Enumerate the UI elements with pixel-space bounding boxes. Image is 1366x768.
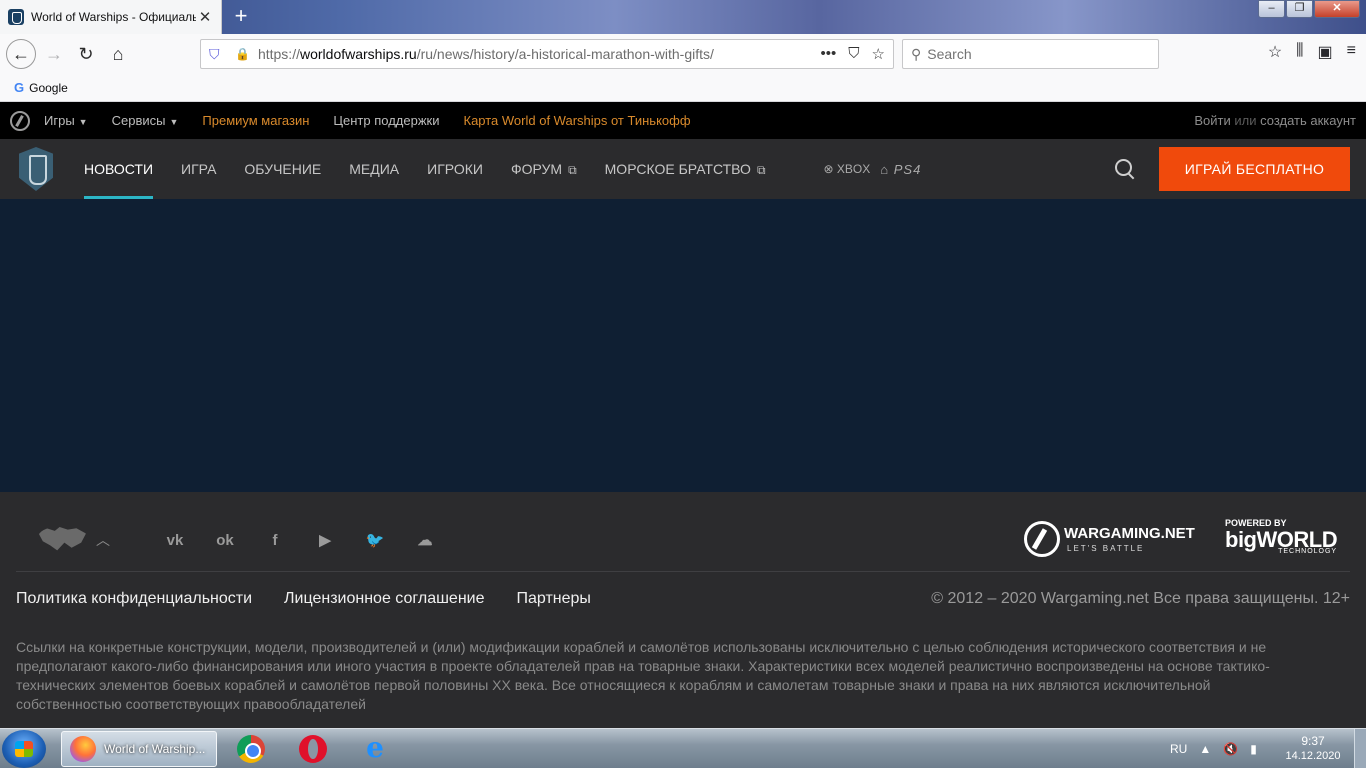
- close-window-button[interactable]: ✕: [1314, 0, 1360, 18]
- tinkoff-card-link[interactable]: Карта World of Warships от Тинькофф: [464, 113, 691, 128]
- hamburger-menu-icon[interactable]: ≡: [1347, 42, 1356, 62]
- language-indicator[interactable]: RU: [1170, 742, 1187, 756]
- nav-forum[interactable]: ФОРУМ ⧉: [511, 139, 577, 199]
- footer-divider: [16, 571, 1350, 572]
- close-tab-icon[interactable]: ✕: [197, 8, 213, 26]
- youtube-icon[interactable]: ▶: [300, 531, 350, 549]
- disclaimer-text: Ссылки на конкретные конструкции, модели…: [16, 639, 1270, 712]
- opera-icon[interactable]: [299, 735, 327, 763]
- bookmarks-toolbar: G Google: [0, 74, 1366, 102]
- nav-learning[interactable]: ОБУЧЕНИЕ: [244, 139, 321, 199]
- browser-toolbar: ← → ↻ ⌂ ⛉ 🔒 https://worldofwarships.ru/r…: [0, 34, 1366, 74]
- wargaming-logo-icon: [1024, 521, 1060, 557]
- external-link-icon: ⧉: [756, 163, 766, 177]
- maximize-button[interactable]: ❐: [1286, 0, 1313, 18]
- browser-tab-strip: World of Warships - Официаль ✕ + – ❐ ✕: [0, 0, 1366, 34]
- login-link[interactable]: Войти: [1194, 113, 1230, 128]
- system-tray: RU ▲ 🔇 ▮: [1170, 729, 1257, 768]
- tracking-shield-icon[interactable]: ⛉: [209, 46, 223, 62]
- clock[interactable]: 9:37 14.12.2020: [1280, 734, 1346, 764]
- library-icon[interactable]: ⫼: [1296, 42, 1303, 62]
- tray-expand-icon[interactable]: ▲: [1199, 742, 1211, 756]
- search-input[interactable]: ⚲ Search: [902, 39, 1159, 69]
- minimize-button[interactable]: –: [1258, 0, 1285, 18]
- tab-title: World of Warships - Официаль: [31, 10, 196, 24]
- home-button[interactable]: ⌂: [104, 40, 132, 68]
- chevron-down-icon: ▼: [169, 117, 179, 127]
- chevron-up-icon[interactable]: ︿: [96, 530, 110, 550]
- chrome-icon[interactable]: [237, 735, 265, 763]
- site-top-bar: Игры ▼ Сервисы ▼ Премиум магазин Центр под…: [0, 102, 1366, 139]
- page-actions-icon[interactable]: •••: [821, 45, 837, 63]
- partners-link[interactable]: Партнеры: [517, 590, 591, 608]
- bookmarks-menu-icon[interactable]: ☆: [1268, 42, 1282, 62]
- copyright-text: © 2012 – 2020 Wargaming.net Все права за…: [931, 590, 1350, 607]
- chevron-down-icon: ▼: [78, 117, 88, 127]
- games-menu[interactable]: Игры ▼: [44, 113, 88, 128]
- twitter-icon[interactable]: 🐦: [350, 531, 400, 549]
- windows-taskbar: World of Warship... e RU ▲ 🔇 ▮ 9:37 14.1…: [0, 728, 1366, 768]
- start-button[interactable]: [2, 730, 46, 768]
- taskbar-firefox[interactable]: World of Warship...: [61, 731, 217, 767]
- sidebar-icon[interactable]: ▣: [1318, 42, 1333, 62]
- wargaming-logo-icon[interactable]: [10, 110, 30, 131]
- browser-tab[interactable]: World of Warships - Официаль ✕: [0, 0, 222, 34]
- url-text[interactable]: https://worldofwarships.ru/ru/news/histo…: [258, 46, 714, 62]
- search-icon: ⚲: [911, 45, 922, 62]
- page-content: [0, 199, 1366, 492]
- volume-muted-icon[interactable]: 🔇: [1223, 742, 1238, 756]
- nav-media[interactable]: МЕДИА: [349, 139, 399, 199]
- social-links: ︿ vk ok f ▶ 🐦 ☁: [38, 527, 450, 553]
- google-icon: G: [14, 80, 25, 95]
- reload-button[interactable]: ↻: [72, 40, 100, 68]
- main-navigation: НОВОСТИ ИГРА ОБУЧЕНИЕ МЕДИА ИГРОКИ ФОРУМ…: [0, 139, 1366, 199]
- platforms[interactable]: ⊗ XBOX ⌂ PS4: [824, 162, 922, 177]
- window-controls: – ❐ ✕: [1257, 0, 1360, 18]
- lock-icon[interactable]: 🔒: [235, 47, 250, 61]
- wows-logo[interactable]: [19, 147, 53, 191]
- world-map-icon[interactable]: [38, 527, 86, 551]
- wargaming-net-logo[interactable]: WARGAMING.NET LET'S BATTLE: [1024, 521, 1195, 557]
- footer-links: Политика конфиденциальности Лицензионное…: [16, 590, 591, 608]
- site-footer: ︿ vk ok f ▶ 🐦 ☁ WARGAMING.NET LET'S BATT…: [0, 492, 1366, 728]
- vk-icon[interactable]: vk: [150, 532, 200, 549]
- xbox-icon: ⊗ XBOX: [823, 162, 871, 176]
- license-agreement-link[interactable]: Лицензионное соглашение: [284, 590, 484, 608]
- nav-naval-brotherhood[interactable]: МОРСКОЕ БРАТСТВО ⧉: [605, 139, 766, 199]
- premium-shop-link[interactable]: Премиум магазин: [202, 113, 309, 128]
- playstation-icon: ⌂ PS4: [880, 161, 922, 177]
- network-icon[interactable]: ▮: [1250, 742, 1257, 756]
- show-desktop-button[interactable]: [1354, 729, 1366, 768]
- firefox-icon: [70, 736, 96, 762]
- services-menu[interactable]: Сервисы ▼: [112, 113, 179, 128]
- new-tab-button[interactable]: +: [228, 4, 254, 30]
- back-button[interactable]: ←: [6, 39, 36, 69]
- support-center-link[interactable]: Центр поддержки: [333, 113, 439, 128]
- internet-explorer-icon[interactable]: e: [361, 734, 389, 763]
- privacy-policy-link[interactable]: Политика конфиденциальности: [16, 590, 252, 608]
- wows-favicon-icon: [8, 9, 24, 25]
- external-link-icon: ⧉: [568, 163, 577, 177]
- bookmark-google[interactable]: Google: [29, 81, 68, 95]
- url-bar[interactable]: ⛉ 🔒 https://worldofwarships.ru/ru/news/h…: [200, 39, 894, 69]
- nav-news[interactable]: НОВОСТИ: [84, 139, 154, 199]
- soundcloud-icon[interactable]: ☁: [400, 531, 450, 549]
- nav-players[interactable]: ИГРОКИ: [427, 139, 483, 199]
- register-link[interactable]: создать аккаунт: [1260, 113, 1356, 128]
- nav-game[interactable]: ИГРА: [181, 139, 216, 199]
- login-area: Войти или создать аккаунт: [1194, 113, 1356, 128]
- odnoklassniki-icon[interactable]: ok: [200, 532, 250, 549]
- bigworld-logo[interactable]: POWERED BY bigWORLD TECHNOLOGY: [1225, 518, 1338, 555]
- forward-button[interactable]: →: [40, 40, 68, 68]
- pocket-icon[interactable]: ⛉: [848, 45, 859, 63]
- site-search-icon[interactable]: [1113, 157, 1137, 181]
- play-free-button[interactable]: ИГРАЙ БЕСПЛАТНО: [1159, 147, 1350, 191]
- facebook-icon[interactable]: f: [250, 532, 300, 549]
- bookmark-star-icon[interactable]: ☆: [872, 45, 885, 63]
